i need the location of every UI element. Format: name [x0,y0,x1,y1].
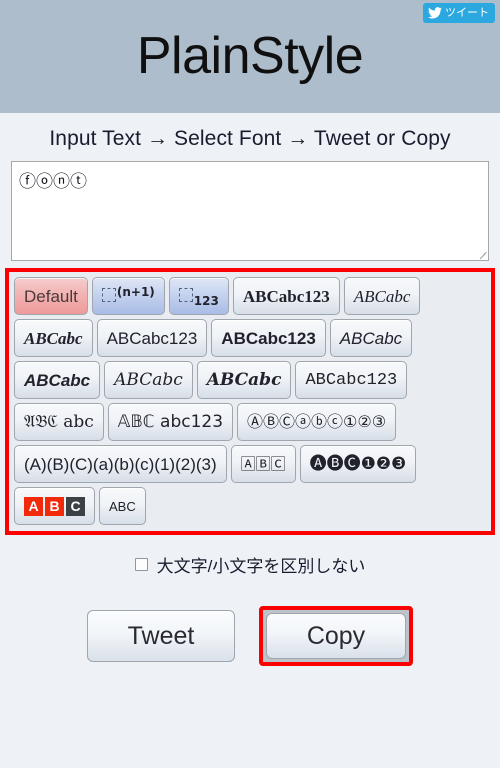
font-button-label: ABCabc [206,369,282,390]
font-button-serif-bold-italic[interactable]: ABCabc [14,319,93,357]
tweet-widget-label: ツイート [445,7,489,19]
font-button-label: ABCabc [339,328,403,348]
font-button-label: ⒶⒷⒸⓐⓑⓒ①②③ [247,412,387,431]
ignore-case-checkbox[interactable] [134,558,148,571]
twitter-bird-icon [428,7,442,19]
negative-squared-c: C [66,496,85,516]
font-button-label: (n+1) [116,285,155,299]
ignore-case-label[interactable]: 大文字/小文字を区別しない [157,552,366,577]
font-button-squared[interactable]: 🄰🄱🄲 [230,445,296,483]
font-button-label: ABCabc123 [305,370,398,390]
dotted-box-icon [101,288,116,302]
font-button-label: ABCabc [353,286,411,306]
font-button-label: 🅐🅑🅒❶❷❸ [309,453,407,474]
font-button-subscript[interactable]: 123 [168,277,229,315]
tweet-button[interactable]: Tweet [87,610,235,662]
font-button-sans[interactable]: ABCabc123 [96,319,208,357]
font-button-fraktur[interactable]: 𝔄𝔅ℭ abc [14,403,104,441]
font-button-small-caps[interactable]: ABC [99,487,146,525]
font-button-superscript[interactable]: (n+1) [91,277,165,315]
font-button-label: ABCabc123 [106,328,198,348]
font-button-label: ABC [109,498,136,514]
tweet-button-label: Tweet [127,621,195,650]
copy-button[interactable]: Copy [266,613,406,659]
font-button-label: (A)(B)(C)(a)(b)(c)(1)(2)(3) [24,454,217,474]
copy-button-highlight: Copy [259,606,413,666]
font-button-sans-italic[interactable]: ABCabc [329,319,413,357]
font-button-monospace[interactable]: ABCabc123 [295,361,408,399]
input-area-wrapper: ⓕⓞⓝⓣ [0,161,500,261]
font-button-negative-circled[interactable]: 🅐🅑🅒❶❷❸ [299,445,417,483]
font-button-label: 123 [193,294,219,308]
font-button-label: ABCabc123 [221,328,316,348]
font-style-panel: Default (n+1) 123 ABCabc123 ABCabc ABCab… [5,268,495,535]
resize-handle-icon[interactable] [477,249,487,259]
font-button-serif-italic[interactable]: ABCabc [343,277,421,315]
action-button-row: Tweet Copy [0,577,500,666]
font-button-script[interactable]: ABCabc [104,361,193,399]
negative-squared-a: A [24,496,43,516]
text-input[interactable]: ⓕⓞⓝⓣ [11,161,489,261]
steps-instruction: Input Text → Select Font → Tweet or Copy [49,127,451,150]
font-button-parenthesized[interactable]: (A)(B)(C)(a)(b)(c)(1)(2)(3) [14,445,227,483]
font-button-label: Default [24,286,78,306]
twitter-tweet-widget[interactable]: ツイート [423,3,495,23]
font-button-label: 𝔄𝔅ℭ abc [24,411,94,432]
ignore-case-row: 大文字/小文字を区別しない [0,535,500,577]
font-button-label: ABCabc123 [242,286,330,306]
font-button-circled[interactable]: ⒶⒷⒸⓐⓑⓒ①②③ [237,403,397,441]
font-button-double-struck[interactable]: 𝔸𝔹ℂ abc123 [107,403,234,441]
dotted-box-icon [178,288,193,302]
font-button-serif-bold[interactable]: ABCabc123 [232,277,340,315]
font-button-default[interactable]: Default [14,277,88,315]
font-button-label: 🄰🄱🄲 [240,454,286,473]
negative-squared-b: B [45,496,64,516]
font-button-label: ABCabc [24,328,83,348]
font-button-sans-bold-italic[interactable]: ABCabc [14,361,101,399]
negative-squared-glyphs: A B C [24,496,85,516]
font-button-sans-bold[interactable]: ABCabc123 [211,319,326,357]
font-button-script-bold[interactable]: ABCabc [196,361,292,399]
font-button-label: ABCabc [24,370,91,390]
text-input-value: ⓕⓞⓝⓣ [19,172,87,191]
font-button-label: ABCabc [114,369,183,390]
page-header: ツイート PlainStyle [0,0,500,113]
font-button-label: 𝔸𝔹ℂ abc123 [117,411,224,432]
font-button-negative-squared[interactable]: A B C [14,487,95,525]
